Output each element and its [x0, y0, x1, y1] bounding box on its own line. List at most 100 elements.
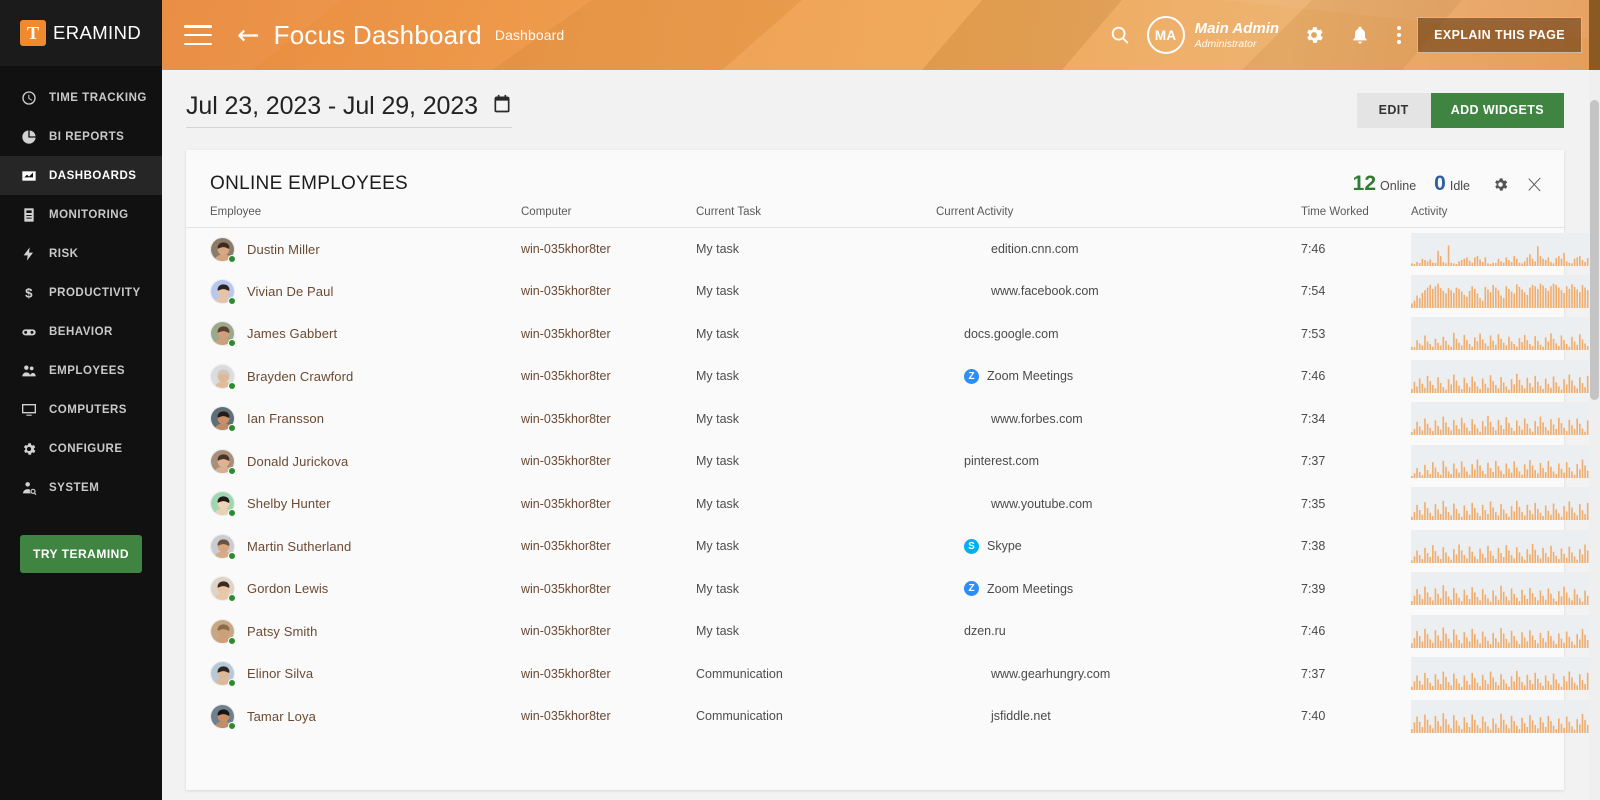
table-row[interactable]: Tamar Loya win-035khor8ter Communication js… [186, 695, 1600, 738]
sidebar-item-monitoring[interactable]: MONITORING [0, 195, 162, 234]
cell-current-task: My task [696, 581, 740, 596]
table-row[interactable]: James Gabbert win-035khor8ter My task docs.… [186, 313, 1600, 356]
table-row[interactable]: Shelby Hunter win-035khor8ter My task www.y… [186, 483, 1600, 526]
widget-tools [1492, 176, 1542, 193]
table-row[interactable]: Martin Sutherland win-035khor8ter My task S… [186, 525, 1600, 568]
add-widgets-button[interactable]: ADD WIDGETS [1430, 92, 1564, 128]
sidebar-item-system[interactable]: SYSTEM [0, 468, 162, 507]
cell-employee[interactable]: Martin Sutherland [186, 525, 521, 568]
cell-employee[interactable]: Gordon Lewis [186, 568, 521, 611]
activity-sparkline [1411, 487, 1600, 521]
avatar[interactable]: MA [1146, 16, 1185, 54]
brand-logo[interactable]: T ERAMIND [0, 0, 162, 66]
cell-employee[interactable]: Tamar Loya [186, 695, 521, 738]
cell-current-task: My task [696, 624, 740, 639]
column-header-activity: Activity [1411, 206, 1564, 228]
user-meta: Main Admin Administrator [1195, 20, 1279, 49]
cell-employee[interactable]: Vivian De Paul [186, 270, 521, 313]
close-icon[interactable] [1527, 177, 1542, 192]
try-teramind-button[interactable]: TRY TERAMIND [20, 535, 142, 573]
status-badge [228, 466, 236, 475]
cell-employee[interactable]: Donald Jurickova [186, 440, 521, 483]
toolbar-row: Jul 23, 2023 - Jul 29, 2023 EDIT ADD WID… [162, 70, 1600, 150]
sidebar-item-configure[interactable]: CONFIGURE [0, 429, 162, 468]
cell-employee[interactable]: Dustin Miller [186, 228, 521, 271]
table-row[interactable]: Elinor Silva win-035khor8ter Communication… [186, 653, 1600, 696]
gear-icon[interactable] [1492, 176, 1509, 193]
sidebar-item-dashboards[interactable]: DASHBOARDS [0, 156, 162, 195]
sidebar-item-label: BI REPORTS [49, 130, 125, 143]
calendar-icon[interactable] [492, 94, 512, 119]
status-badge [228, 721, 236, 730]
more-vertical-icon[interactable] [1387, 26, 1411, 44]
cell-current-task: My task [696, 496, 740, 511]
search-icon[interactable] [1103, 18, 1137, 52]
activity-text: dzen.ru [964, 624, 1006, 639]
activity-text: www.youtube.com [991, 496, 1093, 511]
sidebar-item-bi-reports[interactable]: BI REPORTS [0, 117, 162, 156]
employee-name: Ian Fransson [247, 411, 325, 427]
arrow-left-icon[interactable]: ← [237, 22, 260, 49]
cell-current-activity: Z Zoom Meetings [936, 568, 1301, 611]
gear-icon[interactable] [1297, 18, 1331, 52]
sidebar-item-time-tracking[interactable]: TIME TRACKING [0, 78, 162, 117]
cell-current-activity: Z Zoom Meetings [936, 355, 1301, 398]
online-employees-table: Employee Computer Current Task Current A… [186, 206, 1600, 738]
edit-button[interactable]: EDIT [1356, 92, 1431, 128]
explain-this-page-button[interactable]: EXPLAIN THIS PAGE [1417, 17, 1582, 53]
vertical-scrollbar[interactable] [1589, 70, 1600, 800]
sidebar-item-productivity[interactable]: $ PRODUCTIVITY [0, 273, 162, 312]
cell-activity-sparkline [1411, 398, 1600, 441]
bell-icon[interactable] [1343, 18, 1377, 52]
table-row[interactable]: Vivian De Paul win-035khor8ter My task www.… [186, 270, 1600, 313]
cell-current-activity: www.youtube.com [936, 483, 1301, 526]
employee-name: Brayden Crawford [247, 368, 354, 384]
activity-sparkline [1411, 359, 1600, 393]
dollar-icon: $ [20, 284, 38, 302]
table-header: Employee Computer Current Task Current A… [186, 206, 1564, 228]
table-row[interactable]: Dustin Miller win-035khor8ter My task editi… [186, 228, 1600, 271]
avatar [210, 363, 236, 390]
date-range-picker[interactable]: Jul 23, 2023 - Jul 29, 2023 [186, 92, 512, 128]
cell-current-task: My task [696, 539, 740, 554]
cell-computer: win-035khor8ter [521, 284, 611, 299]
online-employees-widget: ONLINE EMPLOYEES 12 Online 0 Idle Employ… [186, 150, 1600, 790]
cell-employee[interactable]: Patsy Smith [186, 610, 521, 653]
activity-sparkline [1411, 529, 1600, 563]
cell-current-activity: edition.cnn.com [936, 228, 1301, 271]
sidebar-item-computers[interactable]: COMPUTERS [0, 390, 162, 429]
cell-employee[interactable]: Ian Fransson [186, 398, 521, 441]
sidebar-item-risk[interactable]: RISK [0, 234, 162, 273]
cell-current-task: My task [696, 369, 740, 384]
dashboard-actions: EDIT ADD WIDGETS [1356, 92, 1564, 128]
logo-text: ERAMIND [53, 22, 142, 43]
activity-sparkline [1411, 572, 1600, 606]
table-row[interactable]: Ian Fransson win-035khor8ter My task www.fo… [186, 398, 1600, 441]
table-body: Dustin Miller win-035khor8ter My task editi… [186, 228, 1600, 738]
status-badge [228, 339, 236, 348]
cell-employee[interactable]: Brayden Crawford [186, 355, 521, 398]
online-count: 12 [1352, 172, 1377, 195]
sidebar-item-employees[interactable]: EMPLOYEES [0, 351, 162, 390]
table-row[interactable]: Brayden Crawford win-035khor8ter My task Z Z… [186, 355, 1600, 398]
table-row[interactable]: Patsy Smith win-035khor8ter My task dzen.ru… [186, 610, 1600, 653]
avatar [210, 491, 236, 518]
table-row[interactable]: Donald Jurickova win-035khor8ter My task pi… [186, 440, 1600, 483]
cell-employee[interactable]: Elinor Silva [186, 653, 521, 696]
cell-activity-sparkline [1411, 313, 1600, 356]
hamburger-icon[interactable] [184, 25, 212, 45]
cell-employee[interactable]: Shelby Hunter [186, 483, 521, 526]
avatar [210, 703, 236, 730]
status-counts: 12 Online 0 Idle [1353, 172, 1470, 196]
table-row[interactable]: Gordon Lewis win-035khor8ter My task Z Zoom … [186, 568, 1600, 611]
monitor-report-icon [20, 206, 38, 224]
sidebar-item-behavior[interactable]: BEHAVIOR [0, 312, 162, 351]
cell-computer: win-035khor8ter [521, 242, 611, 256]
avatar [210, 406, 236, 433]
cell-employee[interactable]: James Gabbert [186, 313, 521, 356]
cell-activity-sparkline [1411, 355, 1600, 398]
scrollbar-thumb[interactable] [1590, 100, 1599, 400]
sidebar-item-label: BEHAVIOR [49, 325, 113, 338]
cell-current-activity: www.facebook.com [936, 270, 1301, 313]
bolt-icon [20, 245, 38, 263]
